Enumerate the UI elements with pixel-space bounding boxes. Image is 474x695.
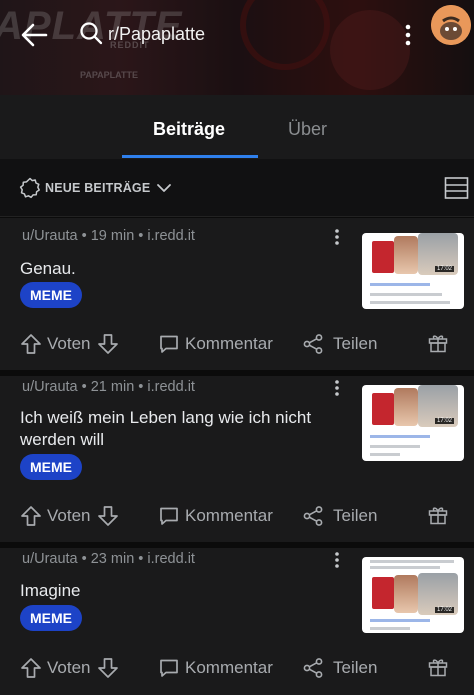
kebab-icon	[335, 552, 339, 568]
kebab-icon	[405, 24, 411, 46]
thumb-element	[370, 619, 430, 622]
sort-chevron[interactable]	[156, 181, 172, 195]
comment-button[interactable]: Kommentar	[158, 648, 273, 688]
award-button[interactable]	[428, 657, 448, 677]
thumb-element	[370, 566, 440, 569]
vote-group[interactable]: Voten	[20, 496, 119, 536]
thumb-element	[394, 575, 418, 613]
back-button[interactable]	[18, 18, 52, 52]
view-layout-button[interactable]	[444, 176, 470, 200]
gift-icon	[428, 335, 448, 353]
vote-group[interactable]: Voten	[20, 648, 119, 688]
downvote-icon[interactable]	[97, 333, 119, 355]
vote-label: Voten	[47, 506, 91, 525]
award-button[interactable]	[428, 333, 448, 353]
post-menu-button[interactable]	[330, 379, 344, 397]
upvote-icon[interactable]	[20, 657, 42, 679]
subreddit-title[interactable]: r/Papaplatte	[108, 24, 205, 45]
award-button[interactable]	[428, 505, 448, 525]
post-title[interactable]: Genau.	[20, 258, 340, 280]
thumb-element	[372, 577, 394, 609]
thumb-element	[370, 445, 420, 448]
thumb-element	[372, 393, 394, 425]
post-flair[interactable]: MEME	[20, 282, 82, 308]
back-arrow-icon	[21, 23, 48, 47]
post-actions: Voten Kommentar Teilen	[0, 648, 474, 688]
post-meta[interactable]: u/Urauta • 21 min • i.redd.it	[22, 379, 195, 395]
post-flair[interactable]: MEME	[20, 454, 82, 480]
kebab-icon	[335, 380, 339, 396]
chevron-down-icon	[157, 184, 171, 192]
thumb-duration: 17:02	[435, 418, 455, 424]
thumb-element	[370, 301, 450, 304]
share-icon	[303, 658, 323, 678]
thumb-element	[370, 627, 410, 630]
share-icon	[303, 334, 323, 354]
sort-label[interactable]: NEUE BEITRÄGE	[45, 181, 150, 195]
post-title[interactable]: Imagine	[20, 580, 340, 602]
post-thumbnail[interactable]: 17:02	[362, 233, 464, 309]
search-button[interactable]	[78, 20, 106, 48]
post-actions: Voten Kommentar Teilen	[0, 496, 474, 536]
thumb-element	[370, 283, 430, 286]
share-icon	[303, 506, 323, 526]
comment-label: Kommentar	[185, 334, 273, 353]
upvote-icon[interactable]	[20, 333, 42, 355]
comment-button[interactable]: Kommentar	[158, 324, 273, 364]
thumb-element	[394, 388, 418, 426]
comment-label: Kommentar	[185, 506, 273, 525]
post-menu-button[interactable]	[330, 551, 344, 569]
tab-about[interactable]: Über	[288, 119, 327, 140]
thumb-element	[370, 435, 430, 438]
share-button[interactable]: Teilen	[302, 648, 377, 688]
post-card[interactable]: u/Urauta • 23 min • i.redd.it Imagine ME…	[0, 548, 474, 695]
avatar[interactable]	[431, 5, 471, 45]
comment-icon	[160, 507, 178, 525]
post-title[interactable]: Ich weiß mein Leben lang wie ich nicht w…	[20, 407, 340, 451]
gift-icon	[428, 659, 448, 677]
tab-active-indicator	[122, 155, 258, 158]
post-meta[interactable]: u/Urauta • 19 min • i.redd.it	[22, 228, 195, 244]
thumb-element	[372, 241, 394, 273]
share-label: Teilen	[333, 334, 378, 353]
post-thumbnail[interactable]: 17:02	[362, 557, 464, 633]
vote-label: Voten	[47, 334, 91, 353]
gift-icon	[428, 507, 448, 525]
downvote-icon[interactable]	[97, 505, 119, 527]
tab-posts[interactable]: Beiträge	[153, 119, 225, 140]
comment-icon	[160, 659, 178, 677]
search-icon	[80, 22, 103, 45]
upvote-icon[interactable]	[20, 505, 42, 527]
share-button[interactable]: Teilen	[302, 496, 377, 536]
post-card[interactable]: u/Urauta • 19 min • i.redd.it Genau. MEM…	[0, 218, 474, 370]
overflow-menu-button[interactable]	[396, 20, 420, 50]
sort-dropdown[interactable]	[19, 177, 41, 199]
post-thumbnail[interactable]: 17:02	[362, 385, 464, 461]
share-label: Teilen	[333, 506, 378, 525]
sort-bar: NEUE BEITRÄGE	[0, 159, 474, 217]
comment-icon	[160, 335, 178, 353]
post-menu-button[interactable]	[330, 228, 344, 246]
share-label: Teilen	[333, 658, 378, 677]
post-flair[interactable]: MEME	[20, 605, 82, 631]
post-meta[interactable]: u/Urauta • 23 min • i.redd.it	[22, 551, 195, 567]
thumb-duration: 17:02	[435, 607, 455, 613]
thumb-element	[370, 560, 454, 563]
share-button[interactable]: Teilen	[302, 324, 377, 364]
vote-group[interactable]: Voten	[20, 324, 119, 364]
thumb-duration: 17:02	[435, 266, 455, 272]
thumb-element	[394, 236, 418, 274]
thumb-element	[370, 453, 400, 456]
kebab-icon	[335, 229, 339, 245]
downvote-icon[interactable]	[97, 657, 119, 679]
comment-button[interactable]: Kommentar	[158, 496, 273, 536]
comment-label: Kommentar	[185, 658, 273, 677]
sort-badge-icon	[19, 177, 40, 199]
view-layout-icon	[444, 177, 469, 199]
post-card[interactable]: u/Urauta • 21 min • i.redd.it Ich weiß m…	[0, 376, 474, 542]
vote-label: Voten	[47, 658, 91, 677]
post-actions: Voten Kommentar Teilen	[0, 324, 474, 364]
tab-bar: Beiträge Über	[0, 95, 474, 159]
thumb-element	[370, 293, 442, 296]
